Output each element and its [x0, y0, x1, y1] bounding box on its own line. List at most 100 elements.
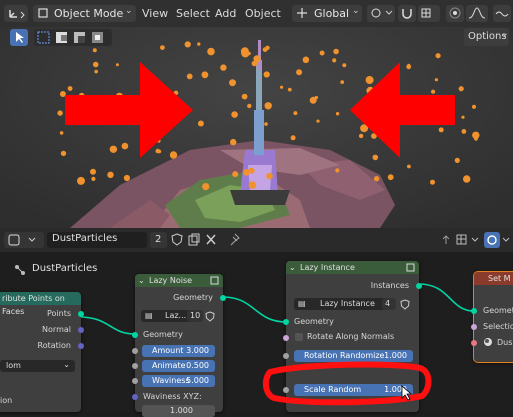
waviness-field[interactable]: Waviness 5.000 [142, 375, 215, 387]
dust-particle [123, 174, 130, 182]
magnet-icon [402, 9, 412, 19]
output-points-socket[interactable] [78, 311, 84, 317]
node-editor-type-button[interactable] [4, 232, 44, 248]
amount-field[interactable]: Amount 3.000 [142, 345, 215, 357]
pin-icon[interactable] [229, 233, 241, 249]
waviness-x-field[interactable]: 1.000 [142, 405, 215, 417]
input-selection-socket[interactable] [471, 324, 477, 330]
shield-icon[interactable] [205, 311, 215, 325]
menu-select[interactable]: Select [176, 7, 210, 20]
node-group-icon [210, 276, 219, 289]
pivot-icon [371, 8, 393, 18]
node-header: ⌄ Lazy Instance [286, 261, 419, 274]
dust-particle [365, 76, 374, 84]
overlay-icon [487, 235, 497, 245]
menu-object[interactable]: Object [245, 7, 281, 20]
orientation-dropdown[interactable]: Global ⌄ [292, 5, 362, 22]
output-normal-socket[interactable] [78, 327, 84, 333]
dust-particle [296, 69, 303, 76]
dust-particle [90, 168, 96, 175]
dust-particle [155, 148, 161, 154]
chevron-down-icon[interactable] [471, 233, 479, 249]
parent-node-tree-icon[interactable] [440, 233, 452, 249]
select-tool-button[interactable] [10, 29, 28, 46]
node-lazy-noise[interactable]: ⌄ Lazy Noise Geometry ▤ Laz... 10 Geomet… [132, 274, 226, 417]
node-editor-canvas[interactable]: DustParticles ribute Points on Faces Poi… [0, 252, 513, 417]
axes-icon [9, 10, 25, 19]
snap-toggle[interactable] [398, 5, 416, 22]
selector-count: 10 [190, 311, 201, 320]
input-amount-socket[interactable] [132, 348, 138, 354]
rotate-along-normals-checkbox[interactable] [295, 333, 303, 341]
dust-particle [77, 176, 85, 185]
dust-particle [280, 85, 284, 89]
dust-particle [293, 111, 298, 116]
falloff-dropdown[interactable] [466, 5, 488, 22]
input-animate-socket[interactable] [132, 363, 138, 369]
input-label: ion [0, 396, 13, 405]
editor-type-button[interactable] [4, 5, 28, 22]
collapse-chevron-icon[interactable]: ⌄ [138, 274, 145, 287]
field-value: 0.500 [186, 361, 209, 370]
input-geometry-socket[interactable] [471, 308, 477, 314]
input-geometry-label: Geometr [483, 306, 513, 315]
output-geometry-label: Geometry [173, 293, 213, 302]
user-count-button[interactable]: 2 [150, 232, 167, 248]
proportional-edit-toggle[interactable] [446, 5, 464, 22]
chevron-down-icon[interactable] [502, 233, 510, 249]
dust-particle [67, 86, 73, 91]
output-instances-socket[interactable] [416, 283, 422, 289]
animate-field[interactable]: Animate 0.500 [142, 360, 215, 372]
dust-particle [186, 73, 193, 80]
dust-particle [430, 179, 435, 185]
selector-value: Lazy Instance [320, 299, 375, 308]
chevron-down-icon: ⌄ [352, 6, 360, 16]
shield-icon[interactable] [400, 299, 410, 313]
viewport-header: Object Mode ⌄ View Select Add Object Glo… [0, 0, 513, 27]
node-group-selector[interactable]: ▤ Lazy Instance [294, 298, 389, 310]
options-dropdown[interactable]: Options ⌄ [464, 28, 509, 46]
input-rotate-socket[interactable] [283, 335, 289, 341]
viewport-tool-row: Options ⌄ [0, 27, 513, 47]
output-normal-label: Normal [42, 325, 71, 334]
dust-particle [92, 61, 99, 68]
input-waviness-socket[interactable] [132, 378, 138, 384]
output-geometry-socket[interactable] [220, 295, 226, 301]
selection-mode-group [34, 29, 112, 46]
dust-particle [314, 95, 318, 100]
node-set-material[interactable]: Set M Geometr Selection Dus [471, 271, 513, 363]
input-material-socket[interactable] [471, 340, 477, 346]
dust-particle [431, 89, 436, 94]
distribute-method-dropdown[interactable]: lom ⌄ [0, 360, 75, 372]
user-count-field[interactable]: 4 [382, 298, 396, 310]
pivot-point-dropdown[interactable] [367, 5, 395, 22]
checkbox-label: Rotate Along Normals [307, 332, 395, 341]
duplicate-icon[interactable] [188, 233, 200, 249]
mode-dropdown[interactable]: Object Mode ⌄ [33, 5, 136, 22]
selector-value: Laz... [165, 311, 187, 320]
unlink-icon[interactable] [205, 233, 217, 249]
node-tree-field[interactable]: DustParticles [47, 232, 147, 248]
3d-viewport[interactable]: Object Mode ⌄ View Select Add Object Glo… [0, 0, 513, 228]
fake-user-shield-icon[interactable] [171, 233, 183, 249]
overlay-toggle[interactable] [484, 232, 500, 248]
dust-particle [407, 164, 411, 169]
node-distribute-points[interactable]: ribute Points on Faces Points Normal Rot… [0, 292, 84, 412]
collapse-chevron-icon[interactable]: ⌄ [289, 261, 296, 274]
dust-particle [454, 157, 460, 163]
input-waviness-xyz-socket[interactable] [132, 394, 138, 400]
dust-particle [94, 69, 98, 74]
dust-particle [335, 112, 340, 116]
input-geometry-socket[interactable] [132, 332, 138, 338]
menu-add[interactable]: Add [215, 7, 236, 20]
user-count-field[interactable]: 10 [187, 310, 203, 322]
output-rotation-socket[interactable] [78, 343, 84, 349]
input-geometry-socket[interactable] [283, 319, 289, 325]
snap-grid-icon[interactable] [455, 233, 469, 249]
dust-particle [243, 169, 250, 176]
snap-target-dropdown[interactable] [418, 5, 440, 22]
menu-view[interactable]: View [142, 7, 168, 20]
material-name: Dus [497, 338, 513, 347]
overlay-button[interactable] [493, 5, 511, 22]
dust-particle [251, 60, 258, 67]
